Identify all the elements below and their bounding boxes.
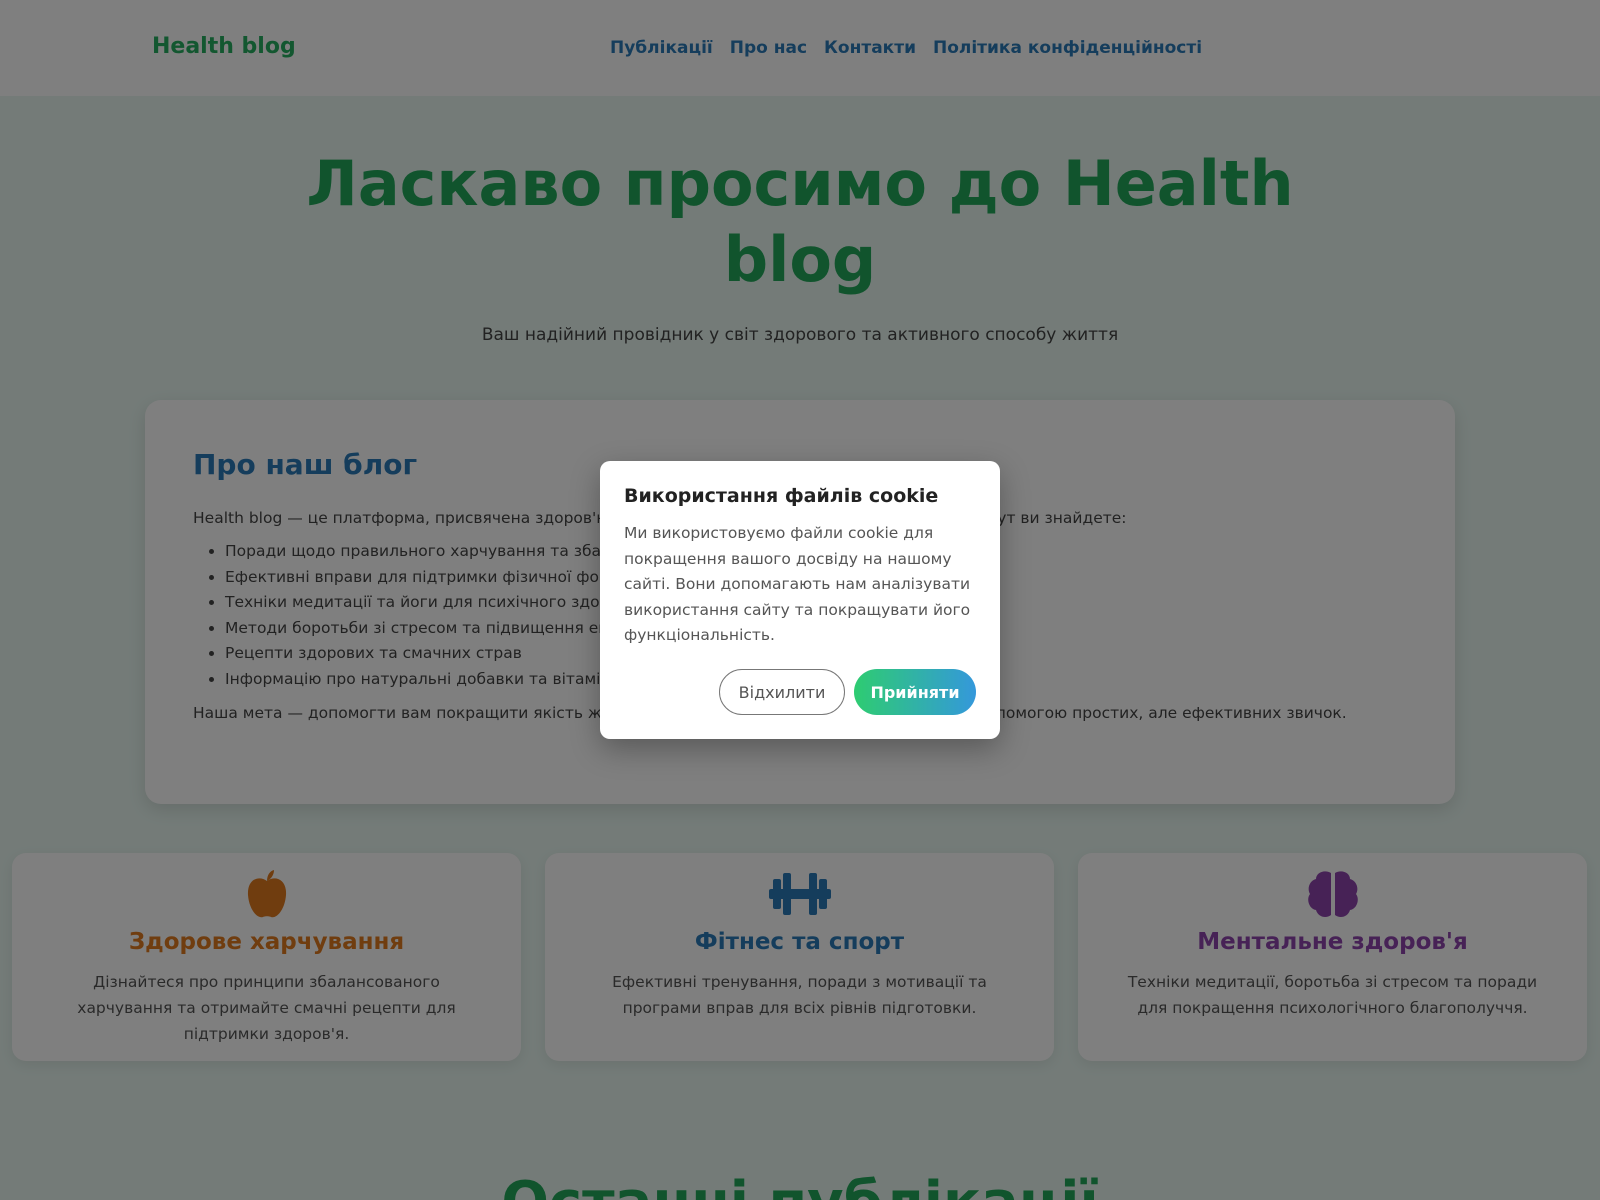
cookie-text: Ми використовуємо файли cookie для покра… [624,524,971,644]
accept-cookies-button[interactable]: Прийняти [854,669,976,715]
decline-cookies-button[interactable]: Відхилити [719,669,845,715]
cookie-title: Використання файлів cookie [624,485,939,507]
cookie-actions: Відхилити Прийняти [719,669,976,715]
cookie-consent-dialog: Використання файлів cookie Ми використов… [600,461,1000,739]
